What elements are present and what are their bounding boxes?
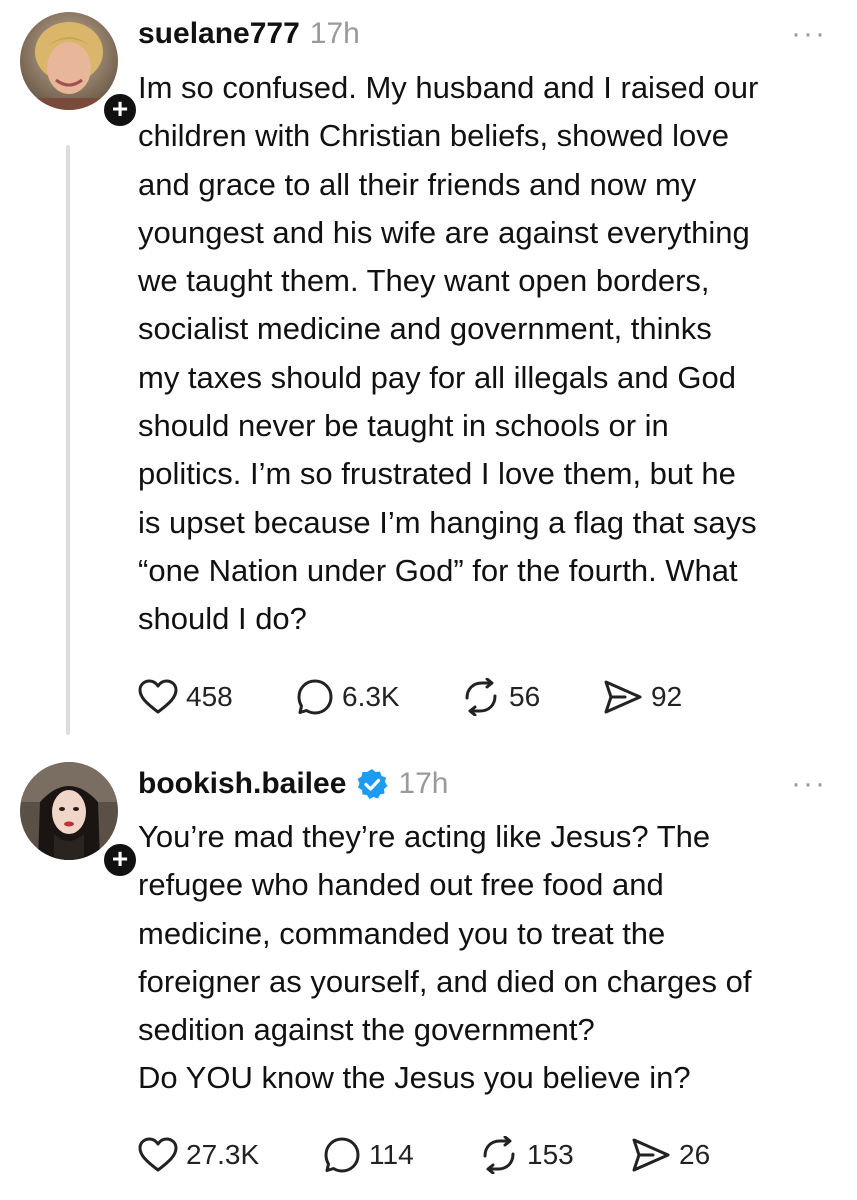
verified-badge-icon	[357, 769, 388, 799]
follow-button[interactable]: +	[100, 90, 140, 130]
username[interactable]: bookish.bailee	[138, 767, 346, 801]
avatar-wrap: +	[20, 762, 140, 880]
speech-bubble-icon	[324, 1137, 360, 1173]
post-bookish-bailee: + bookish.bailee 17h ··· You’re mad they…	[0, 740, 857, 1200]
avatar[interactable]	[20, 762, 118, 860]
reply-button[interactable]: 114	[323, 1136, 479, 1174]
send-icon	[604, 680, 642, 714]
heart-icon	[138, 679, 178, 714]
post-header: suelane777 17h	[138, 14, 360, 54]
post-text: You’re mad they’re acting like Jesus? Th…	[138, 819, 752, 1096]
reply-count: 114	[369, 1139, 414, 1170]
avatar[interactable]	[20, 12, 118, 110]
share-button[interactable]: 92	[603, 679, 682, 715]
repost-icon	[483, 1136, 515, 1174]
more-dots-icon[interactable]: ···	[791, 769, 827, 799]
thread-line	[66, 145, 70, 735]
repost-button[interactable]: 153	[479, 1136, 631, 1174]
post-text: Im so confused. My husband and I raised …	[138, 70, 759, 637]
like-button[interactable]: 458	[138, 679, 296, 715]
follow-button[interactable]: +	[100, 840, 140, 880]
avatar-wrap: +	[20, 12, 140, 130]
send-icon	[632, 1138, 670, 1172]
like-count: 458	[186, 681, 233, 712]
heart-icon	[138, 1137, 178, 1172]
repost-count: 56	[509, 681, 541, 712]
timestamp: 17h	[398, 767, 449, 800]
action-bar: 458 6.3K 56 92	[138, 677, 682, 717]
like-button[interactable]: 27.3K	[138, 1137, 323, 1173]
share-button[interactable]: 26	[631, 1137, 710, 1173]
post-header: bookish.bailee 17h	[138, 764, 448, 804]
more-dots-icon[interactable]: ···	[791, 19, 827, 49]
share-count: 26	[679, 1139, 711, 1170]
username[interactable]: suelane777	[138, 17, 300, 51]
action-bar: 27.3K 114 153 26	[138, 1135, 710, 1175]
reply-button[interactable]: 6.3K	[296, 678, 461, 716]
like-count: 27.3K	[186, 1139, 260, 1170]
share-count: 92	[651, 681, 683, 712]
speech-bubble-icon	[297, 679, 333, 715]
reply-count: 6.3K	[342, 681, 400, 712]
post-suelane777: + suelane777 17h ··· Im so confused. My …	[0, 0, 857, 740]
repost-icon	[465, 678, 497, 716]
repost-count: 153	[527, 1139, 574, 1170]
repost-button[interactable]: 56	[461, 678, 603, 716]
timestamp: 17h	[309, 17, 360, 50]
